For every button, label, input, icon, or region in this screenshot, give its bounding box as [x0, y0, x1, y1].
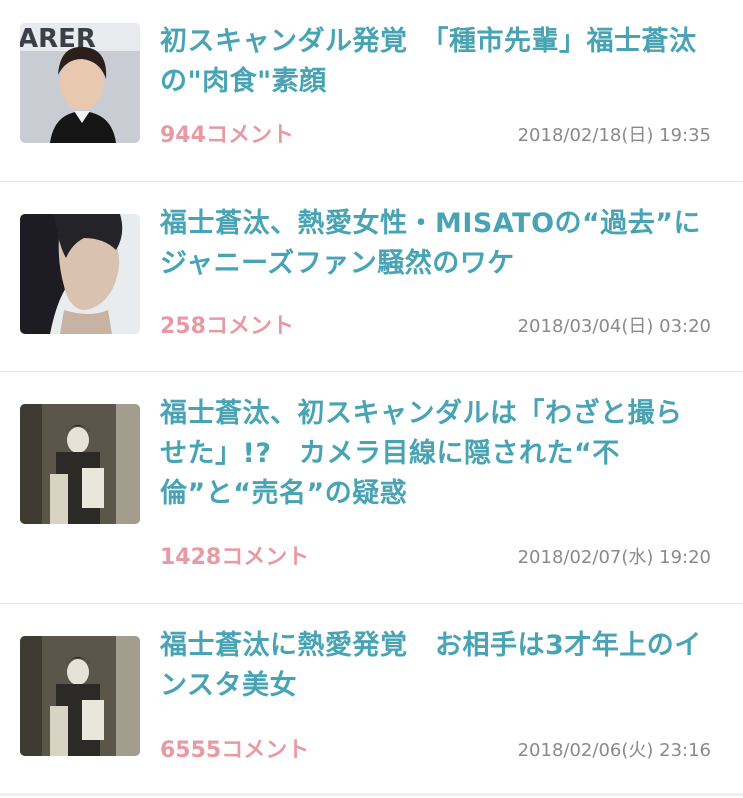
article-list: ARER 初スキャンダル発覚 「種市先輩」福士蒼汰の"肉食"素顔 944コメント…	[0, 0, 743, 796]
comment-count-number: 6555	[160, 738, 222, 763]
article-meta: 6555コメント 2018/02/06(火) 23:16	[160, 736, 711, 766]
comment-count[interactable]: 6555コメント	[160, 736, 309, 766]
comment-count-label: コメント	[221, 545, 310, 570]
article-title[interactable]: 福士蒼汰、初スキャンダルは「わざと撮らせた」!? カメラ目線に隠された“不倫”と…	[160, 394, 703, 514]
article-title[interactable]: 福士蒼汰に熱愛発覚 お相手は3才年上のインスタ美女	[160, 626, 703, 706]
article-datetime: 2018/03/04(日) 03:20	[517, 316, 711, 337]
article-item[interactable]: 福士蒼汰、初スキャンダルは「わざと撮らせた」!? カメラ目線に隠された“不倫”と…	[0, 372, 743, 604]
article-datetime: 2018/02/06(火) 23:16	[517, 740, 711, 761]
article-meta: 258コメント 2018/03/04(日) 03:20	[160, 312, 711, 342]
article-meta: 1428コメント 2018/02/07(水) 19:20	[160, 543, 711, 573]
article-item[interactable]: ARER 初スキャンダル発覚 「種市先輩」福士蒼汰の"肉食"素顔 944コメント…	[0, 0, 743, 182]
article-meta: 944コメント 2018/02/18(日) 19:35	[160, 121, 711, 151]
person-photo-icon[interactable]	[20, 214, 140, 334]
doorway-photo-icon[interactable]	[20, 636, 140, 756]
comment-count-label: コメント	[221, 738, 310, 763]
article-item[interactable]: 福士蒼汰に熱愛発覚 お相手は3才年上のインスタ美女 6555コメント 2018/…	[0, 604, 743, 796]
article-title[interactable]: 初スキャンダル発覚 「種市先輩」福士蒼汰の"肉食"素顔	[160, 22, 703, 102]
comment-count-number: 1428	[160, 545, 222, 570]
comment-count-label: コメント	[205, 123, 294, 148]
article-title[interactable]: 福士蒼汰、熱愛女性・MISATOの“過去”にジャニーズファン騒然のワケ	[160, 204, 703, 284]
doorway-photo-icon[interactable]	[20, 404, 140, 524]
comment-count-number: 944	[160, 123, 206, 148]
person-photo-icon[interactable]: ARER	[20, 23, 140, 143]
article-datetime: 2018/02/18(日) 19:35	[517, 125, 711, 146]
article-datetime: 2018/02/07(水) 19:20	[517, 547, 711, 568]
comment-count[interactable]: 1428コメント	[160, 543, 309, 573]
comment-count-label: コメント	[205, 314, 294, 339]
comment-count-number: 258	[160, 314, 206, 339]
comment-count[interactable]: 258コメント	[160, 312, 294, 342]
comment-count[interactable]: 944コメント	[160, 121, 294, 151]
article-item[interactable]: 福士蒼汰、熱愛女性・MISATOの“過去”にジャニーズファン騒然のワケ 258コ…	[0, 182, 743, 372]
